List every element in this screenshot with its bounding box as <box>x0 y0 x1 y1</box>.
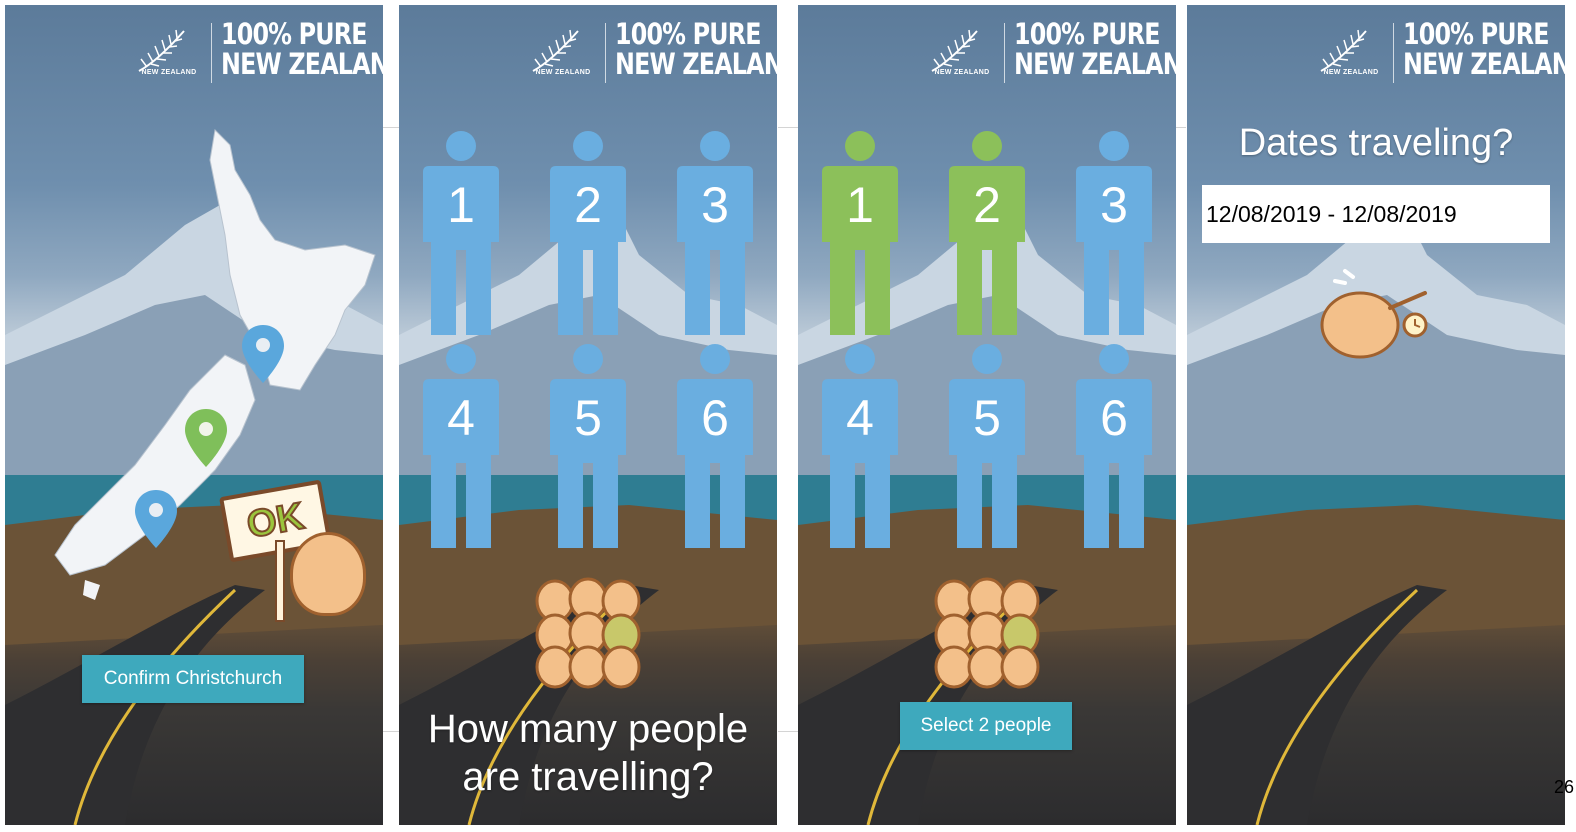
person-number: 6 <box>701 390 729 446</box>
location-pin-icon[interactable] <box>133 488 179 550</box>
screen-select-city: NEW ZEALAND 100% PURE NEW ZEALAND OK Con… <box>5 5 383 825</box>
page-number: 26 <box>1553 777 1574 797</box>
location-pin-icon[interactable] <box>240 323 286 385</box>
running-kiwi-clock-icon <box>1320 269 1428 359</box>
separator-line <box>778 127 798 128</box>
screen-people-selected: NEW ZEALAND 100% PURE NEW ZEALAND 1 2 3 … <box>798 5 1176 825</box>
person-number: 4 <box>447 390 475 446</box>
brand-header: NEW ZEALAND 100% PURE NEW ZEALAND <box>523 17 777 85</box>
person-number: 1 <box>846 177 874 233</box>
brand-title: 100% PURE NEW ZEALAND <box>615 17 777 81</box>
brand-title-line1: 100% PURE <box>1403 17 1549 51</box>
person-number: 5 <box>973 390 1001 446</box>
confirm-city-button[interactable]: Confirm Christchurch <box>82 655 304 703</box>
person-option-6[interactable]: 6 <box>1074 343 1154 548</box>
select-people-button[interactable]: Select 2 people <box>900 702 1072 750</box>
person-option-2[interactable]: 2 <box>548 130 628 335</box>
person-option-3[interactable]: 3 <box>675 130 755 335</box>
date-range-input[interactable]: 12/08/2019 - 12/08/2019 <box>1202 185 1550 243</box>
brand-title-line1: 100% PURE <box>615 17 761 51</box>
brand-header: NEW ZEALAND 100% PURE NEW ZEALAND <box>1311 17 1565 85</box>
question-line-1: How many people <box>427 707 749 751</box>
brand-header: NEW ZEALAND 100% PURE NEW ZEALAND <box>922 17 1176 85</box>
person-option-6[interactable]: 6 <box>675 343 755 548</box>
person-number: 1 <box>447 177 475 233</box>
brand-title-line2: NEW ZEALAND <box>1014 47 1176 81</box>
kiwi-group-mascot <box>535 577 641 689</box>
people-question: How many people are travelling? <box>399 705 777 801</box>
question-line-2: are travelling? <box>462 755 714 799</box>
person-number: 2 <box>973 177 1001 233</box>
separator-line <box>383 127 399 128</box>
person-number: 3 <box>1100 177 1128 233</box>
brand-title: 100% PURE NEW ZEALAND <box>1403 17 1565 81</box>
brand-divider <box>1393 23 1394 83</box>
brand-title-line2: NEW ZEALAND <box>615 47 777 81</box>
brand-title: 100% PURE NEW ZEALAND <box>221 17 383 81</box>
brand-title-line1: 100% PURE <box>1014 17 1160 51</box>
brand-divider <box>605 23 606 83</box>
brand-divider <box>211 23 212 83</box>
person-number: 6 <box>1100 390 1128 446</box>
person-option-1-selected[interactable]: 1 <box>820 130 900 335</box>
person-number: 2 <box>574 177 602 233</box>
person-number: 4 <box>846 390 874 446</box>
brand-title-line1: 100% PURE <box>221 17 367 51</box>
screen-select-dates: NEW ZEALAND 100% PURE NEW ZEALAND Dates … <box>1187 5 1565 825</box>
location-pin-selected-icon[interactable] <box>183 407 229 469</box>
kiwi-bird <box>290 532 366 616</box>
brand-divider <box>1004 23 1005 83</box>
kiwi-group-mascot <box>934 577 1040 689</box>
separator-line <box>1176 127 1186 128</box>
logo-caption: NEW ZEALAND <box>934 69 990 76</box>
person-option-2-selected[interactable]: 2 <box>947 130 1027 335</box>
brand-title: 100% PURE NEW ZEALAND <box>1014 17 1176 81</box>
person-option-5[interactable]: 5 <box>947 343 1027 548</box>
person-option-4[interactable]: 4 <box>820 343 900 548</box>
brand-title-line2: NEW ZEALAND <box>1403 47 1565 81</box>
logo-caption: NEW ZEALAND <box>1323 69 1379 76</box>
brand-header: NEW ZEALAND 100% PURE NEW ZEALAND <box>129 17 383 85</box>
kiwi-ok-mascot: OK <box>219 479 370 622</box>
sign-post <box>275 540 285 622</box>
separator-line <box>778 731 798 732</box>
separator-line <box>383 731 399 732</box>
logo-caption: NEW ZEALAND <box>141 69 197 76</box>
brand-title-line2: NEW ZEALAND <box>221 47 383 81</box>
person-option-4[interactable]: 4 <box>421 343 501 548</box>
logo-caption: NEW ZEALAND <box>535 69 591 76</box>
screen-select-people: NEW ZEALAND 100% PURE NEW ZEALAND 1 2 3 … <box>399 5 777 825</box>
person-number: 3 <box>701 177 729 233</box>
person-option-5[interactable]: 5 <box>548 343 628 548</box>
person-option-1[interactable]: 1 <box>421 130 501 335</box>
person-option-3[interactable]: 3 <box>1074 130 1154 335</box>
dates-question: Dates traveling? <box>1238 122 1514 164</box>
person-number: 5 <box>574 390 602 446</box>
